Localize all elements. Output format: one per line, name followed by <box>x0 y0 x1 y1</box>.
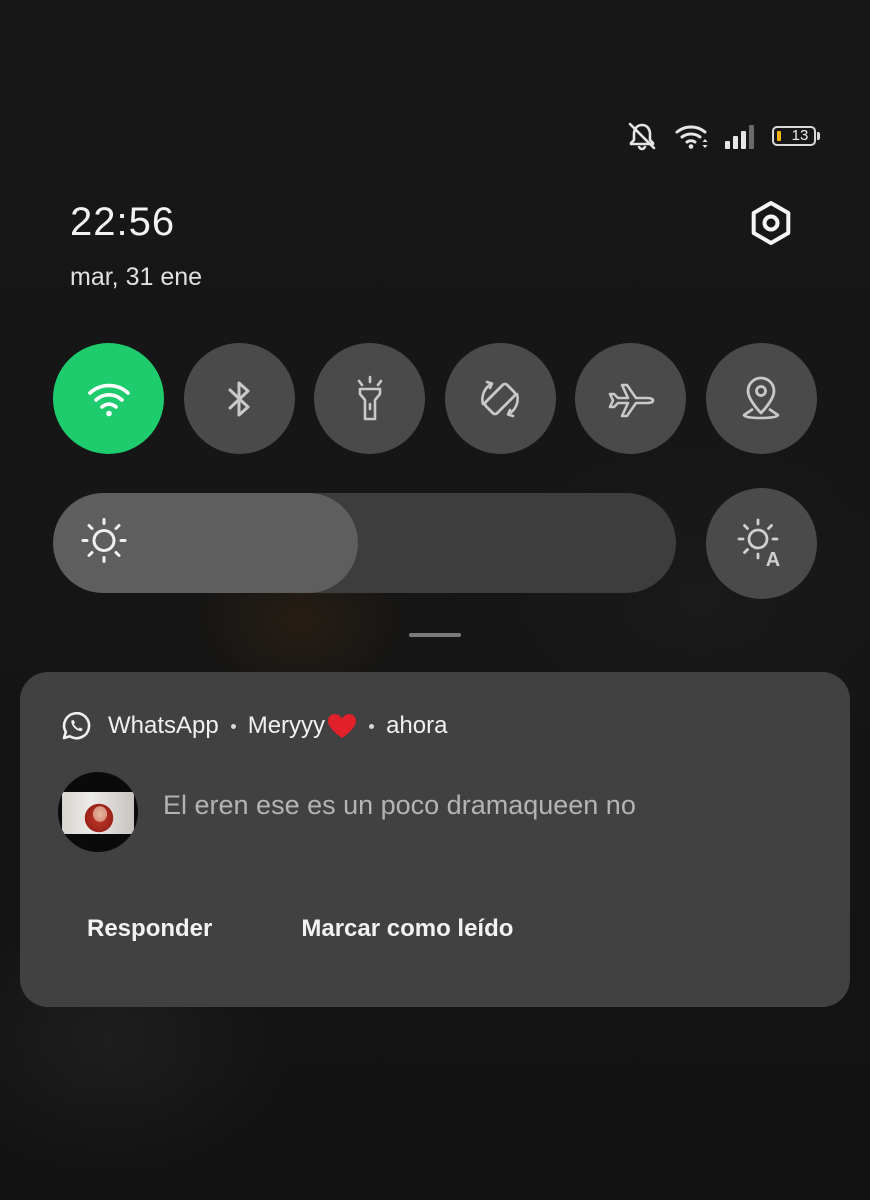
notification-time: ahora <box>386 712 448 739</box>
toggle-flashlight[interactable] <box>314 343 426 454</box>
notification-header: WhatsApp Meryyy ahora <box>60 710 447 742</box>
auto-brightness-button[interactable]: A <box>706 488 817 599</box>
toggle-bluetooth[interactable] <box>183 343 295 454</box>
notification-shade: 13 22:56 mar, 31 ene A WhatsApp Meryyy a… <box>0 0 870 1200</box>
svg-text:A: A <box>765 549 779 571</box>
settings-button[interactable] <box>740 192 802 254</box>
rotate-icon <box>481 380 520 417</box>
drag-handle[interactable] <box>409 633 461 637</box>
sun-icon <box>79 516 129 571</box>
quick-toggles <box>53 343 817 454</box>
date[interactable]: mar, 31 ene <box>70 263 202 292</box>
airplane-icon <box>608 383 655 417</box>
toggle-auto-rotate[interactable] <box>444 343 556 454</box>
mark-as-read-button[interactable]: Marcar como leído <box>301 915 513 943</box>
battery-level: 13 <box>791 127 809 144</box>
toggle-location[interactable] <box>705 343 817 454</box>
wifi-icon <box>674 121 710 151</box>
status-bar: 13 <box>624 118 820 154</box>
settings-icon <box>751 201 791 245</box>
notification-message: El eren ese es un poco dramaqueen no <box>163 790 636 820</box>
mute-icon <box>624 121 660 151</box>
signal-icon <box>724 122 758 150</box>
toggle-airplane-mode[interactable] <box>575 343 687 454</box>
whatsapp-icon <box>60 710 92 742</box>
clock[interactable]: 22:56 <box>70 200 175 245</box>
wifi-icon <box>87 383 130 416</box>
whatsapp-notification[interactable]: WhatsApp Meryyy ahora El eren ese es un … <box>20 672 850 1007</box>
avatar <box>58 772 138 852</box>
avatar-photo <box>62 792 134 834</box>
flashlight-icon <box>357 375 382 420</box>
notification-actions: Responder Marcar como leído <box>87 915 513 943</box>
heart-icon <box>327 713 357 739</box>
reply-button[interactable]: Responder <box>87 915 212 943</box>
battery-fill <box>777 131 781 141</box>
battery-icon: 13 <box>772 125 820 147</box>
bluetooth-icon <box>228 381 250 416</box>
auto-brightness-icon: A <box>737 518 780 571</box>
toggle-wifi[interactable] <box>53 343 164 454</box>
notification-sender: Meryyy <box>247 712 326 739</box>
location-icon <box>743 376 780 419</box>
notification-app-name: WhatsApp <box>108 712 219 739</box>
brightness-slider[interactable] <box>53 493 676 593</box>
